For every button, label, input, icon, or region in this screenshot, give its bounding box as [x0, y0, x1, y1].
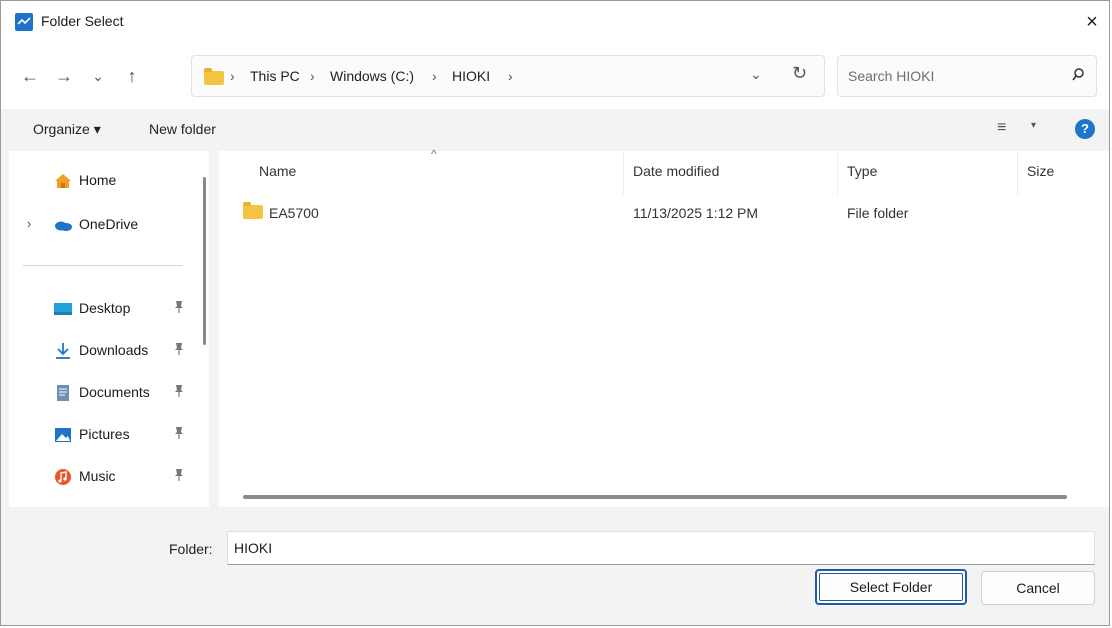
sidebar-item-onedrive[interactable]: › OneDrive: [9, 207, 209, 243]
address-bar[interactable]: › This PC › Windows (C:) › HIOKI › ⌄ ↻: [191, 55, 825, 97]
cancel-button[interactable]: Cancel: [981, 571, 1095, 605]
close-icon[interactable]: ×: [1077, 7, 1107, 37]
sidebar-item-label: Music: [79, 468, 116, 484]
recent-locations-chevron-icon[interactable]: ⌄: [85, 63, 111, 89]
select-folder-button[interactable]: Select Folder: [815, 569, 967, 605]
music-icon: [55, 469, 71, 485]
pictures-icon: [55, 428, 71, 442]
pin-icon[interactable]: [173, 384, 185, 401]
title-bar: Folder Select ×: [1, 1, 1109, 45]
back-arrow-icon[interactable]: ←: [17, 63, 43, 89]
column-divider[interactable]: [623, 151, 624, 195]
sidebar-item-music[interactable]: Music: [9, 459, 209, 495]
home-icon: [55, 174, 71, 188]
sidebar-scrollbar[interactable]: [203, 177, 206, 345]
search-box[interactable]: Search HIOKI: [837, 55, 1097, 97]
breadcrumb-separator: ›: [230, 68, 235, 84]
download-icon: [56, 343, 70, 359]
search-icon[interactable]: [1070, 65, 1086, 85]
sidebar-item-desktop[interactable]: Desktop: [9, 291, 209, 327]
address-dropdown-icon[interactable]: ⌄: [750, 66, 762, 83]
column-header-date-modified[interactable]: Date modified: [633, 163, 719, 179]
sidebar-item-label: Documents: [79, 384, 150, 400]
sidebar-item-label: Downloads: [79, 342, 149, 358]
view-dropdown-icon[interactable]: ▾: [1031, 120, 1036, 131]
column-header-name[interactable]: Name: [259, 163, 296, 179]
breadcrumb-separator: ›: [432, 68, 437, 84]
file-list: ^ Name Date modified Type Size EA5700 11…: [219, 147, 1109, 507]
sidebar-item-label: OneDrive: [79, 216, 139, 232]
onedrive-icon: [55, 221, 72, 231]
window-title: Folder Select: [41, 13, 124, 29]
sidebar-divider: [23, 265, 183, 266]
sidebar-item-label: Desktop: [79, 300, 131, 316]
row-date-modified: 11/13/2025 1:12 PM: [633, 205, 759, 221]
folder-icon: [204, 68, 224, 85]
desktop-icon: [54, 303, 72, 315]
column-divider[interactable]: [1017, 151, 1018, 195]
row-name: EA5700: [269, 205, 319, 221]
table-row[interactable]: EA5700 11/13/2025 1:12 PM File folder: [219, 201, 1109, 227]
pin-icon[interactable]: [173, 342, 185, 359]
breadcrumb-separator: ›: [508, 68, 513, 84]
sidebar-item-label: Home: [79, 172, 117, 188]
breadcrumb-separator: ›: [310, 68, 315, 84]
sort-ascending-icon: ^: [431, 147, 437, 161]
sidebar-item-documents[interactable]: Documents: [9, 375, 209, 411]
horizontal-scrollbar[interactable]: [243, 495, 1067, 499]
pin-icon[interactable]: [173, 426, 185, 443]
column-divider[interactable]: [837, 151, 838, 195]
search-placeholder: Search HIOKI: [848, 68, 935, 84]
sidebar-item-label: Pictures: [79, 426, 130, 442]
column-header-type[interactable]: Type: [847, 163, 877, 179]
column-header-size[interactable]: Size: [1027, 163, 1054, 179]
expand-chevron-icon[interactable]: ›: [27, 216, 31, 231]
forward-arrow-icon[interactable]: →: [51, 63, 77, 89]
organize-menu-button[interactable]: Organize ▾: [33, 121, 101, 138]
folder-icon: [243, 202, 263, 219]
folder-name-field[interactable]: [227, 531, 1095, 565]
sidebar-item-home[interactable]: Home: [9, 163, 209, 199]
dialog-footer: Folder: Select Folder Cancel: [1, 507, 1109, 625]
pin-icon[interactable]: [173, 468, 185, 485]
sidebar-item-downloads[interactable]: Downloads: [9, 333, 209, 369]
breadcrumb-windows-c[interactable]: Windows (C:): [330, 68, 414, 84]
app-icon: [15, 13, 33, 31]
breadcrumb-hioki[interactable]: HIOKI: [452, 68, 490, 84]
help-icon[interactable]: ?: [1075, 119, 1095, 139]
row-type: File folder: [847, 205, 909, 221]
new-folder-button[interactable]: New folder: [149, 121, 216, 137]
folder-select-dialog: Folder Select × ← → ⌄ ↑ › This PC › Wind…: [0, 0, 1110, 626]
breadcrumb-this-pc[interactable]: This PC: [250, 68, 300, 84]
pin-icon[interactable]: [173, 300, 185, 317]
command-toolbar: Organize ▾ New folder ≡ ▾ ?: [1, 109, 1109, 151]
view-options-icon[interactable]: ≡: [997, 119, 1006, 137]
sidebar-item-pictures[interactable]: Pictures: [9, 417, 209, 453]
up-arrow-icon[interactable]: ↑: [119, 63, 145, 89]
documents-icon: [57, 385, 69, 401]
navigation-bar: ← → ⌄ ↑ › This PC › Windows (C:) › HIOKI…: [1, 45, 1109, 110]
refresh-icon[interactable]: ↻: [792, 63, 807, 84]
folder-field-label: Folder:: [169, 541, 213, 557]
navigation-pane: Home › OneDrive Desktop Downloads Docume…: [9, 151, 209, 507]
